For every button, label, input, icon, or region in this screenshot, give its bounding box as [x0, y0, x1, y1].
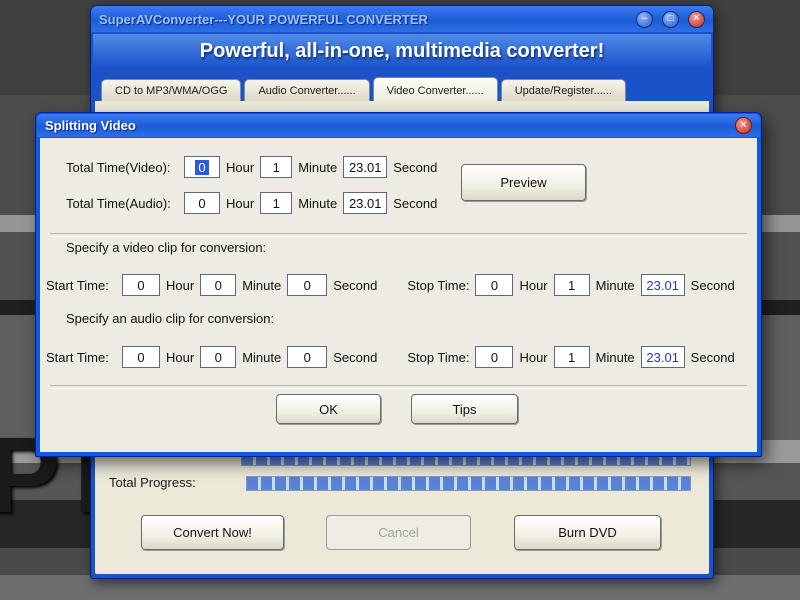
total-audio-minute-field[interactable]: 1 — [260, 192, 293, 214]
audio-stop-hour-field[interactable]: 0 — [475, 346, 514, 368]
second-unit-label: Second — [333, 349, 378, 365]
total-audio-row: Total Time(Audio): 0 Hour 1 Minute 23.01… — [66, 192, 437, 214]
video-clip-heading: Specify a video clip for conversion: — [66, 240, 267, 255]
minute-unit-label: Minute — [595, 349, 635, 365]
dialog-titlebar[interactable]: Splitting Video ✕ — [37, 114, 760, 137]
app-titlebar[interactable]: SuperAVConverter---YOUR POWERFUL CONVERT… — [91, 6, 713, 32]
tips-button[interactable]: Tips — [411, 394, 518, 424]
minute-unit-label: Minute — [298, 159, 338, 175]
minute-unit-label: Minute — [595, 277, 635, 293]
dialog-body: Total Time(Video): 0 Hour 1 Minute 23.01… — [40, 138, 757, 452]
tab-audio-converter[interactable]: Audio Converter...... — [244, 79, 370, 101]
second-unit-label: Second — [393, 195, 438, 211]
close-icon[interactable]: ✕ — [688, 10, 705, 28]
hour-unit-label: Hour — [166, 349, 195, 365]
total-video-label: Total Time(Video): — [66, 159, 171, 175]
hour-unit-label: Hour — [226, 195, 255, 211]
total-video-minute-field[interactable]: 1 — [260, 156, 293, 178]
second-unit-label: Second — [690, 277, 735, 293]
audio-start-hour-field[interactable]: 0 — [122, 346, 160, 368]
total-video-second-field[interactable]: 23.01 — [343, 156, 388, 178]
selected-text: 0 — [195, 159, 209, 175]
start-time-label: Start Time: — [46, 349, 109, 365]
audio-clip-row: Start Time: 0 Hour 0 Minute 0 Second Sto… — [46, 346, 735, 368]
total-video-hour-field[interactable]: 0 — [184, 156, 220, 178]
second-unit-label: Second — [690, 349, 735, 365]
dialog-close-icon[interactable]: ✕ — [735, 117, 752, 134]
stop-time-label: Stop Time: — [407, 349, 470, 365]
ok-button[interactable]: OK — [276, 394, 381, 424]
minute-unit-label: Minute — [242, 349, 282, 365]
banner-text: Powerful, all-in-one, multimedia convert… — [199, 39, 605, 62]
stop-time-label: Stop Time: — [407, 277, 470, 293]
tab-update-register[interactable]: Update/Register...... — [500, 79, 626, 101]
audio-clip-heading: Specify an audio clip for conversion: — [66, 311, 275, 326]
video-start-minute-field[interactable]: 0 — [200, 274, 237, 296]
convert-now-button[interactable]: Convert Now! — [141, 515, 284, 550]
video-stop-second-field[interactable]: 23.01 — [640, 274, 685, 296]
minimize-icon[interactable]: – — [636, 10, 653, 28]
video-stop-hour-field[interactable]: 0 — [475, 274, 514, 296]
start-time-label: Start Time: — [46, 277, 109, 293]
video-start-second-field[interactable]: 0 — [287, 274, 328, 296]
hour-unit-label: Hour — [226, 159, 255, 175]
separator — [50, 385, 747, 389]
banner: Powerful, all-in-one, multimedia convert… — [93, 34, 711, 68]
total-audio-second-field[interactable]: 23.01 — [343, 192, 388, 214]
hour-unit-label: Hour — [166, 277, 195, 293]
splitting-video-dialog: Splitting Video ✕ Total Time(Video): 0 H… — [35, 112, 762, 457]
total-audio-label: Total Time(Audio): — [66, 195, 171, 211]
audio-stop-minute-field[interactable]: 1 — [553, 346, 590, 368]
tab-cd-to-mp3[interactable]: CD to MP3/WMA/OGG — [101, 79, 242, 101]
second-unit-label: Second — [333, 277, 378, 293]
maximize-icon[interactable]: □ — [662, 10, 679, 28]
total-audio-hour-field[interactable]: 0 — [184, 192, 220, 214]
second-unit-label: Second — [393, 159, 438, 175]
audio-stop-second-field[interactable]: 23.01 — [640, 346, 685, 368]
burn-dvd-button[interactable]: Burn DVD — [514, 515, 661, 550]
total-progress-bar — [246, 476, 691, 491]
separator — [50, 233, 747, 237]
total-video-row: Total Time(Video): 0 Hour 1 Minute 23.01… — [66, 156, 437, 178]
tab-video-converter[interactable]: Video Converter...... — [372, 77, 498, 101]
hour-unit-label: Hour — [519, 277, 548, 293]
audio-start-minute-field[interactable]: 0 — [200, 346, 237, 368]
audio-start-second-field[interactable]: 0 — [287, 346, 328, 368]
cancel-button: Cancel — [326, 515, 471, 550]
app-title: SuperAVConverter---YOUR POWERFUL CONVERT… — [99, 11, 428, 27]
dialog-title: Splitting Video — [45, 118, 136, 133]
video-stop-minute-field[interactable]: 1 — [553, 274, 590, 296]
video-clip-row: Start Time: 0 Hour 0 Minute 0 Second Sto… — [46, 274, 735, 296]
window-controls: – □ ✕ — [636, 10, 705, 28]
minute-unit-label: Minute — [242, 277, 282, 293]
tab-bar: CD to MP3/WMA/OGG Audio Converter...... … — [101, 73, 709, 101]
preview-button[interactable]: Preview — [461, 164, 586, 201]
minute-unit-label: Minute — [298, 195, 338, 211]
hour-unit-label: Hour — [519, 349, 548, 365]
video-start-hour-field[interactable]: 0 — [122, 274, 160, 296]
total-progress-label: Total Progress: — [109, 475, 196, 490]
